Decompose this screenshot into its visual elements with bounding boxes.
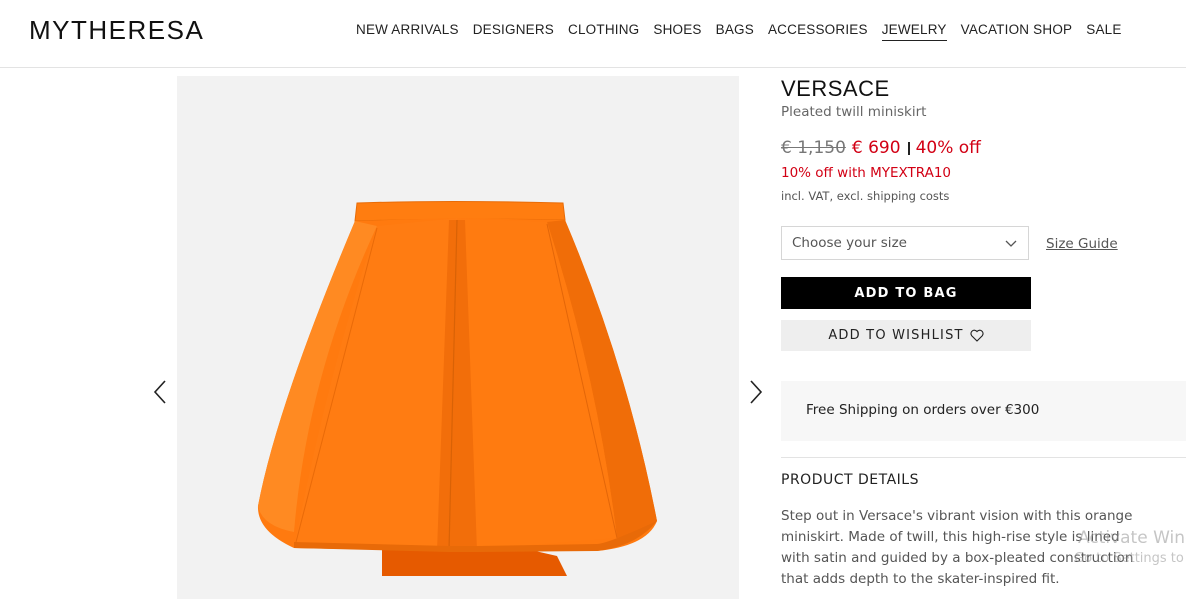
nav-clothing[interactable]: CLOTHING (568, 22, 639, 41)
skirt-image (257, 201, 657, 576)
price-separator (907, 141, 910, 155)
size-select-label: Choose your size (792, 235, 907, 251)
sale-price: € 690 (851, 138, 901, 158)
nav-designers[interactable]: DESIGNERS (473, 22, 554, 41)
product-brand[interactable]: VERSACE (781, 76, 890, 102)
nav-bags[interactable]: BAGS (716, 22, 754, 41)
size-guide-link[interactable]: Size Guide (1046, 236, 1118, 252)
add-to-bag-button[interactable]: ADD TO BAG (781, 277, 1031, 309)
chevron-down-icon (1005, 240, 1017, 247)
product-details-toggle[interactable]: PRODUCT DETAILS (781, 472, 919, 488)
vat-note: incl. VAT, excl. shipping costs (781, 189, 950, 203)
nav-new-arrivals[interactable]: NEW ARRIVALS (356, 22, 459, 41)
promo-code: 10% off with MYEXTRA10 (781, 165, 952, 181)
gallery-next-button[interactable] (745, 378, 765, 406)
wishlist-label: ADD TO WISHLIST (828, 328, 964, 343)
size-select[interactable]: Choose your size (781, 226, 1029, 260)
product-image[interactable] (177, 76, 739, 599)
original-price: € 1,150 (781, 138, 846, 158)
chevron-right-icon (750, 380, 763, 404)
windows-activation-title: Activate Windows (1078, 528, 1186, 548)
site-logo[interactable]: MYTHERESA (29, 15, 204, 46)
chevron-left-icon (153, 380, 166, 404)
nav-sale[interactable]: SALE (1086, 22, 1121, 41)
price-row: € 1,150 € 690 40% off (781, 138, 981, 158)
windows-activation-subtitle: Go to Settings to (1074, 551, 1184, 566)
add-to-wishlist-button[interactable]: ADD TO WISHLIST (781, 320, 1031, 351)
nav-accessories[interactable]: ACCESSORIES (768, 22, 868, 41)
shipping-banner: Free Shipping on orders over €300 (781, 381, 1186, 441)
shipping-text: Free Shipping on orders over €300 (806, 402, 1040, 418)
nav-shoes[interactable]: SHOES (653, 22, 701, 41)
site-header: MYTHERESA NEW ARRIVALS DESIGNERS CLOTHIN… (0, 0, 1186, 68)
gallery-prev-button[interactable] (151, 378, 171, 406)
main-nav: NEW ARRIVALS DESIGNERS CLOTHING SHOES BA… (356, 22, 1122, 41)
nav-vacation-shop[interactable]: VACATION SHOP (961, 22, 1073, 41)
heart-icon (970, 329, 984, 342)
product-details-text: Step out in Versace's vibrant vision wit… (781, 508, 1134, 587)
nav-jewelry[interactable]: JEWELRY (881, 22, 947, 41)
discount-badge: 40% off (915, 138, 981, 158)
divider (781, 457, 1186, 458)
product-name: Pleated twill miniskirt (781, 104, 927, 120)
